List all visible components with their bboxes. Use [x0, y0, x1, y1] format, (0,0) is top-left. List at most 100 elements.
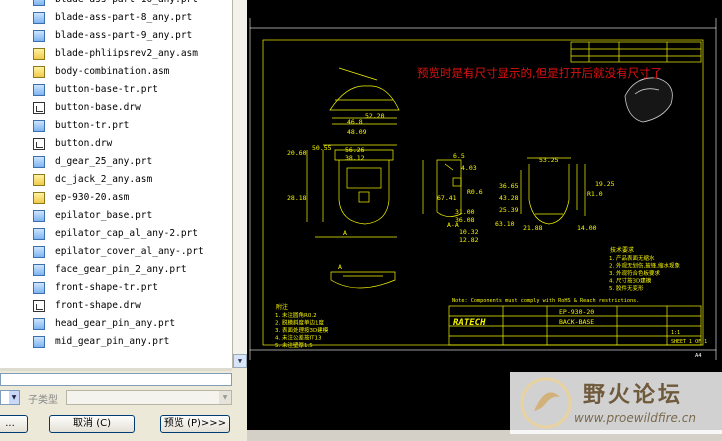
part-file-icon: [33, 336, 45, 348]
dimension-label: 6.5: [453, 152, 465, 160]
revision-table: [570, 41, 702, 63]
dimension-label: 48.09: [347, 128, 367, 136]
watermark-url: www.proewildfire.cn: [574, 411, 696, 425]
part-file-icon: [33, 156, 45, 168]
file-name: button-tr.prt: [55, 120, 130, 131]
assembly-file-icon: [33, 48, 45, 60]
note-line: 2. 脱模斜度单边1度: [275, 319, 324, 327]
file-list-item[interactable]: d_gear_25_any.prt: [0, 153, 232, 171]
notes-right-title: 技术要求: [610, 246, 634, 254]
file-name: head_gear_pin_any.prt: [55, 318, 176, 329]
file-list-item[interactable]: button-base-tr.prt: [0, 81, 232, 99]
vertical-scrollbar[interactable]: ▼: [232, 0, 247, 368]
horizontal-scrollbar[interactable]: [0, 368, 232, 371]
dimension-label: 52.20: [365, 112, 385, 120]
drawing-file-icon: [33, 102, 45, 114]
file-name: epilator_cover_al_any-.prt: [55, 246, 204, 257]
drawing-file-icon: [33, 300, 45, 312]
file-name: epilator_base.prt: [55, 210, 153, 221]
note-line: 5. 胶件无变形: [609, 284, 644, 292]
part-file-icon: [33, 264, 45, 276]
note-line: 1. 未注圆角R0.2: [275, 311, 317, 319]
file-name: epilator_cap_al_any-2.prt: [55, 228, 198, 239]
bottom-view-outline: [330, 271, 396, 289]
notes-left: 1. 未注圆角R0.22. 脱模斜度单边1度3. 表面处理按3D建模4. 未注公…: [275, 311, 329, 349]
file-name: blade-ass-part-10_any.prt: [55, 0, 198, 9]
notes-right: 1. 产品表面无缩水2. 外观无划伤,披锋,缩水现象3. 外观符合色板要求4. …: [609, 254, 680, 292]
note-line: 2. 外观无划伤,披锋,缩水现象: [609, 262, 680, 270]
part-file-icon: [33, 30, 45, 42]
file-name-input[interactable]: [0, 373, 232, 386]
watermark-title: 野火论坛: [583, 383, 684, 408]
cancel-button[interactable]: 取消 (C): [49, 415, 135, 433]
sheet-label: SHEET 1 OF 1: [671, 339, 707, 345]
part-file-icon: [33, 210, 45, 222]
dimension-label: 12.82: [459, 236, 479, 244]
file-list-item[interactable]: blade-ass-part-9_any.prt: [0, 27, 232, 45]
view-label-a: A: [343, 229, 347, 237]
file-list-item[interactable]: blade-phliipsrev2_any.asm: [0, 45, 232, 63]
file-list-item[interactable]: button-base.drw: [0, 99, 232, 117]
drawing-file-icon: [33, 138, 45, 150]
dimension-label: 19.25: [595, 180, 615, 188]
dimension-label: 63.10: [495, 220, 515, 228]
top-view-outline: [329, 85, 400, 111]
file-list-item[interactable]: front-shape.drw: [0, 297, 232, 315]
dimension-label: 36.08: [455, 216, 475, 224]
file-list-item[interactable]: button-tr.prt: [0, 117, 232, 135]
file-type-select[interactable]: ▼: [0, 390, 20, 405]
file-list-item[interactable]: front-shape-tr.prt: [0, 279, 232, 297]
subtype-label: 子类型: [28, 395, 58, 406]
file-list-item[interactable]: body-combination.asm: [0, 63, 232, 81]
file-list-item[interactable]: dc_jack_2_any.asm: [0, 171, 232, 189]
part-file-icon: [33, 246, 45, 258]
note-line: 3. 表面处理按3D建模: [275, 326, 329, 334]
part-file-icon: [33, 0, 45, 6]
note-line: 1. 产品表面无缩水: [609, 254, 655, 262]
preview-button[interactable]: 预览 (P)>>>: [160, 415, 230, 433]
drawing-number: EP-930-20: [559, 308, 594, 316]
dimension-label: 53.25: [539, 156, 559, 164]
chevron-down-icon[interactable]: ▼: [9, 391, 19, 404]
file-name: blade-ass-part-9_any.prt: [55, 30, 193, 41]
file-list-item[interactable]: blade-ass-part-10_any.prt: [0, 0, 232, 9]
file-name: body-combination.asm: [55, 66, 170, 77]
dimension-label: 4.03: [461, 164, 477, 172]
file-name: button.drw: [55, 138, 113, 149]
file-list-item[interactable]: face_gear_pin_2_any.prt: [0, 261, 232, 279]
file-list-item[interactable]: ep-930-20.asm: [0, 189, 232, 207]
dimension-label: 20.60: [287, 149, 307, 157]
note-line: 4. 未注公差按IT13: [275, 334, 322, 342]
company-logo: RATECH: [453, 318, 486, 328]
part-file-icon: [33, 318, 45, 330]
dimension-label: 25.39: [499, 206, 519, 214]
annotation-text: 预览时是有尺寸显示的,但是打开后就没有尺寸了: [417, 66, 663, 80]
part-file-icon: [33, 84, 45, 96]
file-name: mid_gear_pin_any.prt: [55, 336, 170, 347]
dimension-label: 10.32: [459, 228, 479, 236]
ok-button[interactable]: ...: [0, 415, 28, 433]
file-list[interactable]: blade-ass-part-10_any.prt blade-ass-part-…: [0, 0, 233, 368]
file-name: blade-phliipsrev2_any.asm: [55, 48, 198, 59]
file-list-item[interactable]: button.drw: [0, 135, 232, 153]
notes-left-title: 附注: [276, 303, 288, 311]
part-file-icon: [33, 120, 45, 132]
side-view-outline: [528, 164, 570, 225]
file-list-item[interactable]: head_gear_pin_any.prt: [0, 315, 232, 333]
drawing-preview: A-A A A 附注 技术要求 Note: Components must co…: [247, 0, 722, 430]
dimension-label: 46.8: [347, 118, 363, 126]
paper-size-label: A4: [695, 353, 702, 359]
file-list-item[interactable]: blade-ass-part-8_any.prt: [0, 9, 232, 27]
file-list-item[interactable]: epilator_base.prt: [0, 207, 232, 225]
assembly-file-icon: [33, 174, 45, 186]
file-list-item[interactable]: epilator_cover_al_any-.prt: [0, 243, 232, 261]
view-label-b: A: [338, 263, 342, 271]
scroll-down-icon[interactable]: ▼: [233, 354, 247, 368]
dimension-label: 67.41: [437, 194, 457, 202]
dimension-label: 21.88: [523, 224, 543, 232]
dimension-label: R1.0: [587, 190, 603, 198]
file-name: button-base-tr.prt: [55, 84, 158, 95]
file-list-item[interactable]: mid_gear_pin_any.prt: [0, 333, 232, 351]
file-list-item[interactable]: epilator_cap_al_any-2.prt: [0, 225, 232, 243]
dimension-label: 38.12: [345, 154, 365, 162]
